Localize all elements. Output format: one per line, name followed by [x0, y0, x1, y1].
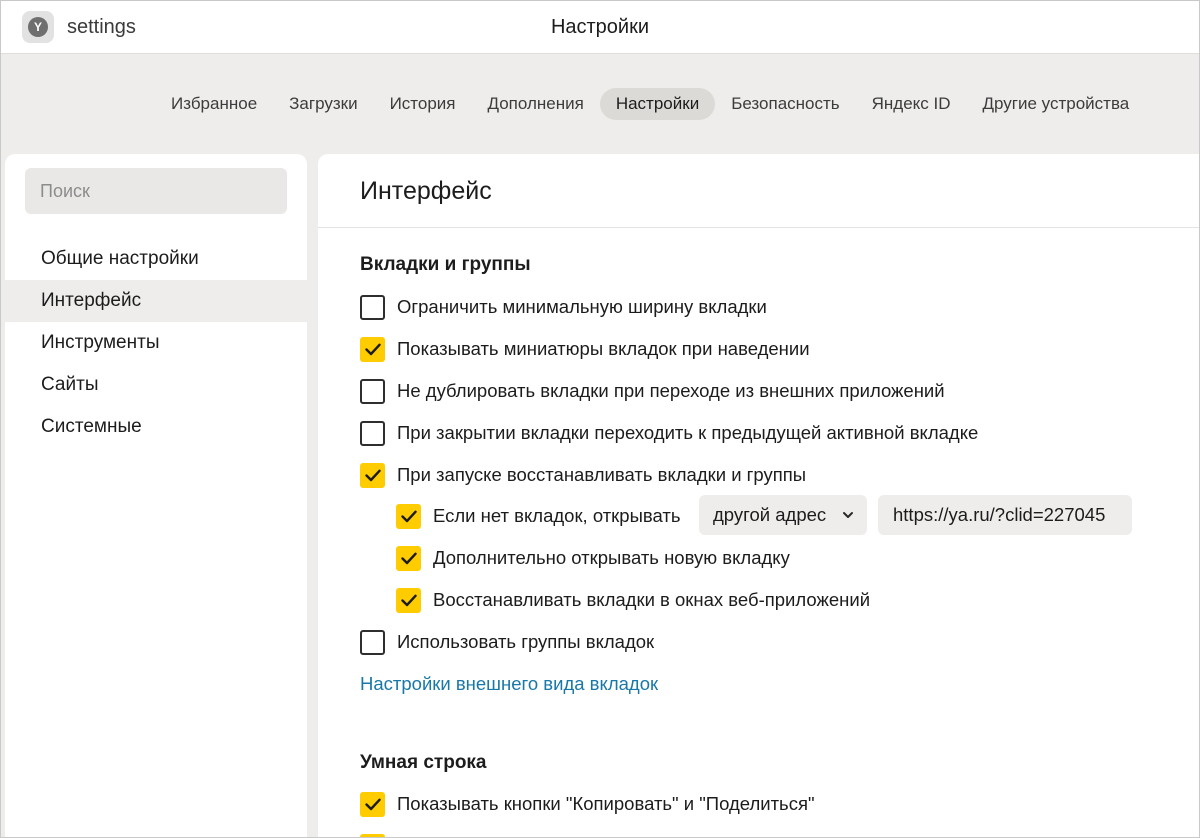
checkbox[interactable] — [360, 420, 385, 446]
select-value: другой адрес — [713, 504, 827, 525]
nav-item-history[interactable]: История — [374, 88, 472, 120]
nav-item-yandex-id[interactable]: Яндекс ID — [856, 88, 967, 120]
chevron-down-icon — [842, 506, 854, 528]
nav-item-favorites[interactable]: Избранное — [155, 88, 273, 120]
tab-appearance-link[interactable]: Настройки внешнего вида вкладок — [360, 673, 658, 695]
option-label: Показывать кнопки "Копировать" и "Подели… — [397, 793, 815, 814]
option-row: При запуске восстанавливать вкладки и гр… — [360, 461, 806, 489]
main-panel: Интерфейс Вкладки и группы Ограничить ми… — [318, 154, 1199, 837]
checkbox[interactable] — [360, 336, 385, 362]
option-label: Показывать миниатюры вкладок при наведен… — [397, 338, 810, 359]
nav-item-settings[interactable]: Настройки — [599, 88, 716, 120]
option-row: При закрытии вкладки переходить к предыд… — [360, 419, 978, 447]
option-row: Не дублировать вкладки при переходе из в… — [360, 377, 945, 405]
main-header: Интерфейс — [318, 154, 1199, 228]
option-row: Ограничить минимальную ширину вкладки — [360, 293, 767, 321]
checkbox[interactable] — [360, 834, 385, 837]
checkbox[interactable] — [360, 629, 385, 655]
sidebar-item-general[interactable]: Общие настройки — [5, 238, 307, 280]
option-label: Использовать группы вкладок — [397, 631, 655, 652]
search-input[interactable] — [25, 168, 287, 214]
option-label: При закрытии вкладки переходить к предыд… — [397, 422, 979, 443]
sidebar-menu: Общие настройки Интерфейс Инструменты Са… — [5, 238, 307, 448]
open-url-field[interactable] — [878, 495, 1132, 535]
sidebar-item-system[interactable]: Системные — [5, 406, 307, 448]
option-label: Не дублировать вкладки при переходе из в… — [397, 380, 945, 401]
checkbox[interactable] — [396, 503, 421, 529]
sidebar-item-interface[interactable]: Интерфейс — [5, 280, 307, 322]
nav-item-security[interactable]: Безопасность — [715, 88, 855, 120]
section-title-tabs: Вкладки и группы — [360, 254, 531, 275]
checkbox[interactable] — [360, 294, 385, 320]
option-label: При запуске восстанавливать вкладки и гр… — [397, 464, 807, 485]
settings-nav: Избранное Загрузки История Дополнения На… — [155, 88, 1145, 120]
option-label: Дополнительно открывать новую вкладку — [433, 547, 790, 568]
option-label: Если нет вкладок, открывать — [433, 505, 681, 526]
option-row: Показывать миниатюры вкладок при наведен… — [360, 335, 810, 363]
checkbox[interactable] — [360, 378, 385, 404]
open-page-select[interactable]: другой адрес — [699, 495, 867, 535]
section-title-smart-bar: Умная строка — [360, 752, 487, 773]
sub-option-row: Если нет вкладок, открывать — [396, 502, 680, 530]
checkbox[interactable] — [360, 791, 385, 817]
option-label: Ограничить минимальную ширину вкладки — [397, 296, 767, 317]
browser-window: Y settings Настройки Избранное Загрузки … — [0, 0, 1200, 838]
sub-option-row: Восстанавливать вкладки в окнах веб-прил… — [396, 586, 870, 614]
option-label: Восстанавливать вкладки в окнах веб-прил… — [433, 589, 871, 610]
nav-item-downloads[interactable]: Загрузки — [273, 88, 373, 120]
nav-item-other-devices[interactable]: Другие устройства — [967, 88, 1146, 120]
sidebar-item-tools[interactable]: Инструменты — [5, 322, 307, 364]
sidebar-item-sites[interactable]: Сайты — [5, 364, 307, 406]
checkbox[interactable] — [396, 545, 421, 571]
title-bar: Y settings Настройки — [1, 1, 1199, 54]
checkbox[interactable] — [396, 587, 421, 613]
sub-option-row: Дополнительно открывать новую вкладку — [396, 544, 790, 572]
sidebar: Общие настройки Интерфейс Инструменты Са… — [5, 154, 307, 837]
nav-item-extensions[interactable]: Дополнения — [472, 88, 600, 120]
page-title: Интерфейс — [360, 177, 492, 205]
option-row: Использовать группы вкладок — [360, 628, 654, 656]
checkbox[interactable] — [360, 462, 385, 488]
option-row: Показывать кнопки "Копировать" и "Подели… — [360, 790, 815, 818]
window-title: Настройки — [550, 16, 650, 38]
